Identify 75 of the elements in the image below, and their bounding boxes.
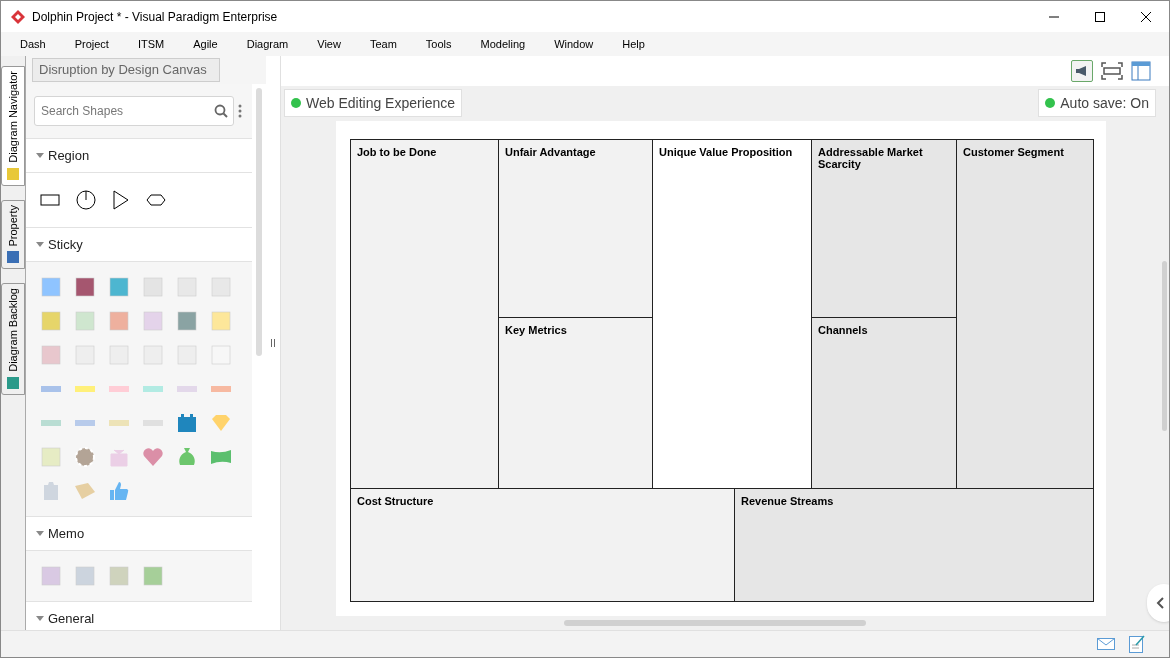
tag-icon[interactable]: [74, 480, 96, 502]
splitter-handle-icon[interactable]: [271, 339, 275, 347]
thumbs-up-icon[interactable]: [108, 480, 130, 502]
status-dot-icon: [291, 98, 301, 108]
auto-save-badge[interactable]: Auto save: On: [1038, 89, 1156, 117]
menu-item[interactable]: Modeling: [480, 35, 526, 53]
canvas-block[interactable]: Unique Value Proposition: [653, 140, 812, 489]
canvas-block[interactable]: Job to be Done: [351, 140, 499, 489]
menu-item[interactable]: Dash: [20, 35, 46, 53]
memo-icon[interactable]: [108, 565, 130, 587]
scrollbar-thumb[interactable]: [564, 620, 866, 626]
breadcrumb[interactable]: Disruption by Design Canvas: [32, 58, 220, 82]
memo-icon[interactable]: [40, 565, 62, 587]
panel-icon: [6, 250, 20, 265]
scrollbar-thumb[interactable]: [1161, 261, 1167, 431]
menu-item[interactable]: Window: [554, 35, 594, 53]
canvas-block[interactable]: Customer Segment: [957, 140, 1094, 489]
canvas-block[interactable]: Channels: [812, 318, 957, 489]
section-title[interactable]: Sticky: [48, 234, 83, 255]
side-tab[interactable]: Property: [1, 199, 25, 270]
announcement-button[interactable]: [1071, 60, 1093, 82]
megaphone-icon: [1075, 65, 1089, 77]
scrollbar-thumb[interactable]: [256, 88, 262, 356]
circle-icon[interactable]: [76, 190, 96, 210]
menu-item[interactable]: View: [317, 35, 341, 53]
canvas-block[interactable]: Key Metrics: [499, 318, 653, 489]
side-tab[interactable]: Diagram Navigator: [1, 66, 25, 186]
caret-icon[interactable]: [36, 152, 44, 159]
hexagon-icon[interactable]: [146, 194, 166, 206]
memo-icon[interactable]: [74, 565, 96, 587]
more-icon[interactable]: [238, 104, 242, 118]
status-dot-icon: [1045, 98, 1056, 108]
menu-item[interactable]: Project: [74, 35, 109, 53]
rectangle-icon[interactable]: [40, 194, 60, 206]
canvas-block[interactable]: Unfair Advantage: [499, 140, 653, 318]
canvas-block[interactable]: Revenue Streams: [735, 489, 1094, 602]
section-title[interactable]: Memo: [48, 523, 85, 544]
close-icon: [1141, 11, 1151, 22]
window-title: Dolphin Project * - Visual Paradigm Enterprise: [32, 8, 278, 26]
menu-item[interactable]: Help: [622, 35, 645, 53]
document-edit-icon[interactable]: [1129, 635, 1145, 653]
gear-icon[interactable]: [74, 446, 96, 468]
menu-item[interactable]: Tools: [425, 35, 452, 53]
calendar-icon[interactable]: [176, 412, 198, 434]
sticky-note-icon[interactable]: [176, 310, 198, 332]
money-bag-icon[interactable]: [176, 446, 198, 468]
layout-icon[interactable]: [1131, 61, 1151, 81]
triangle-icon[interactable]: [112, 190, 130, 210]
menu-item[interactable]: Agile: [193, 35, 218, 53]
menu-item[interactable]: Team: [369, 35, 397, 53]
heart-icon[interactable]: [142, 446, 164, 468]
panel-icon: [6, 376, 20, 391]
canvas-block[interactable]: Cost Structure: [351, 489, 735, 602]
panel-icon: [6, 166, 20, 181]
menu-item[interactable]: Diagram: [246, 35, 289, 53]
caret-icon[interactable]: [36, 530, 44, 537]
sticky-note-icon[interactable]: [108, 276, 130, 298]
app-logo-icon: [10, 8, 26, 25]
side-tab[interactable]: Diagram Backlog: [1, 283, 25, 396]
sticky-note-icon[interactable]: [74, 276, 96, 298]
chevron-left-icon: [1156, 597, 1164, 609]
search-icon[interactable]: [214, 104, 228, 118]
memo-icon[interactable]: [142, 565, 164, 587]
mail-icon[interactable]: [1097, 638, 1115, 650]
status-badge[interactable]: Web Editing Experience: [284, 89, 463, 117]
caret-icon[interactable]: [36, 615, 44, 622]
document-icon[interactable]: [40, 446, 62, 468]
search-field[interactable]: Search Shapes: [34, 96, 234, 126]
canvas-block[interactable]: Addressable Market Scarcity: [812, 140, 957, 318]
section-title[interactable]: Region: [48, 145, 90, 166]
menu-item[interactable]: ITSM: [137, 35, 165, 53]
fit-to-screen-icon[interactable]: [1101, 62, 1123, 80]
caret-icon[interactable]: [36, 241, 44, 248]
section-title[interactable]: General: [48, 608, 95, 629]
maximize-icon: [1095, 11, 1105, 22]
